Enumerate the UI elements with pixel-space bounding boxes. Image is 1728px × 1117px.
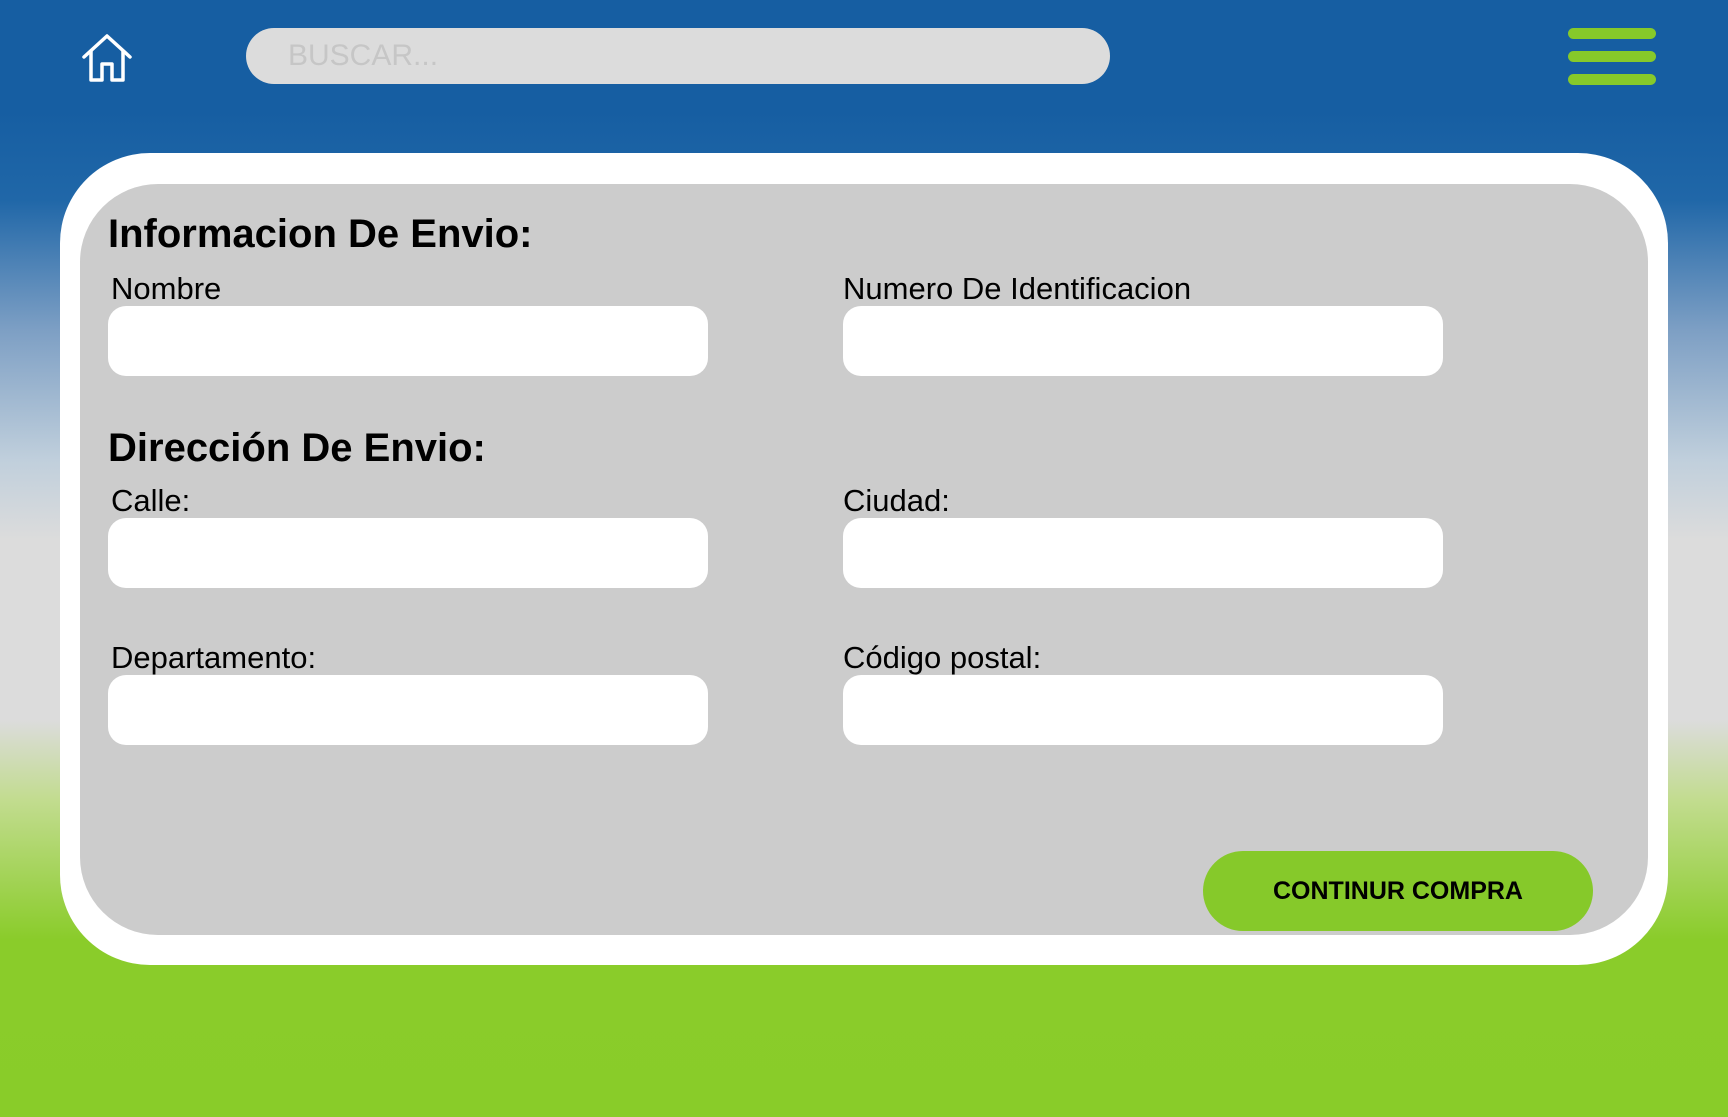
menu-button[interactable] — [1566, 26, 1658, 96]
street-label: Calle: — [111, 483, 191, 518]
postal-code-input[interactable] — [843, 675, 1443, 745]
city-input[interactable] — [843, 518, 1443, 588]
postal-code-label: Código postal: — [843, 640, 1042, 675]
department-input[interactable] — [108, 675, 708, 745]
id-number-input[interactable] — [843, 306, 1443, 376]
name-input[interactable] — [108, 306, 708, 376]
id-number-label: Numero De Identificacion — [843, 271, 1192, 306]
department-label: Departamento: — [111, 640, 317, 675]
search-bar[interactable] — [246, 28, 1110, 84]
search-input[interactable] — [286, 38, 1070, 74]
street-input[interactable] — [108, 518, 708, 588]
continue-purchase-button[interactable]: CONTINUR COMPRA — [1203, 851, 1593, 931]
shipping-address-title: Dirección De Envio: — [108, 426, 486, 470]
shipping-info-title: Informacion De Envio: — [108, 212, 533, 256]
home-icon — [82, 34, 132, 82]
hamburger-menu-icon-bar-bottom — [1568, 74, 1656, 85]
name-label: Nombre — [111, 271, 222, 306]
hamburger-menu-icon-bar-top — [1568, 28, 1656, 39]
home-button[interactable] — [80, 32, 134, 84]
city-label: Ciudad: — [843, 483, 950, 518]
hamburger-menu-icon-bar-middle — [1568, 51, 1656, 62]
